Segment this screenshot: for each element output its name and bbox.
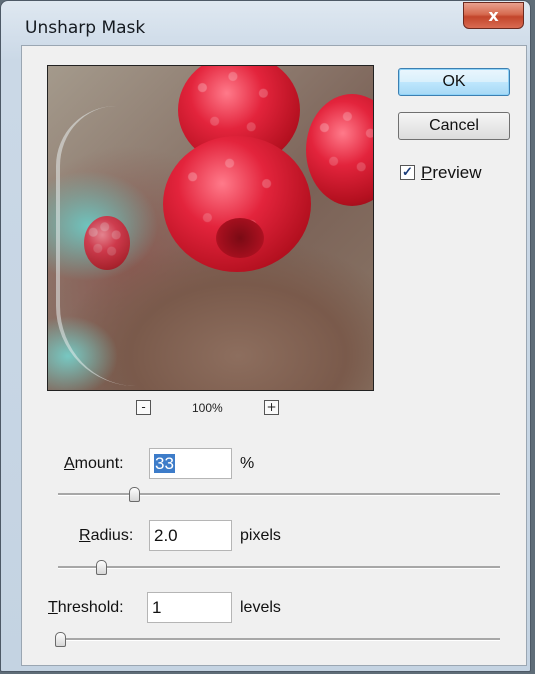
amount-slider-thumb[interactable] (129, 487, 140, 502)
raspberry-small (84, 216, 130, 270)
amount-label: Amount: (64, 455, 124, 472)
amount-input[interactable]: 33 (149, 448, 232, 479)
amount-slider-track[interactable] (58, 493, 500, 496)
ok-button[interactable]: OK (398, 68, 510, 96)
close-icon: x (488, 6, 499, 25)
zoom-level: 100% (192, 401, 223, 415)
title-bar[interactable]: Unsharp Mask x (1, 1, 530, 47)
zoom-controls: - 100% + (136, 398, 292, 420)
threshold-slider-track[interactable] (58, 638, 500, 641)
threshold-input[interactable]: 1 (147, 592, 232, 623)
preview-label[interactable]: Preview (421, 163, 481, 183)
raspberry-right (306, 94, 373, 206)
radius-slider-track[interactable] (58, 566, 500, 569)
raspberry-hollow (216, 218, 264, 258)
zoom-in-button[interactable]: + (264, 400, 279, 415)
threshold-label: Threshold: (48, 599, 124, 616)
checkmark-icon: ✓ (402, 164, 413, 179)
preview-checkbox[interactable]: ✓ (400, 165, 415, 180)
radius-label: Radius: (79, 527, 134, 544)
threshold-unit: levels (240, 599, 281, 616)
cancel-button[interactable]: Cancel (398, 112, 510, 140)
close-button[interactable]: x (463, 2, 524, 29)
dialog-title: Unsharp Mask (25, 18, 146, 38)
zoom-out-button[interactable]: - (136, 400, 151, 415)
minus-icon: - (141, 400, 146, 414)
amount-unit: % (240, 455, 255, 472)
threshold-slider-thumb[interactable] (55, 632, 66, 647)
preview-image[interactable] (47, 65, 374, 391)
plus-icon: + (266, 400, 277, 414)
radius-input[interactable]: 2.0 (149, 520, 232, 551)
radius-unit: pixels (240, 527, 281, 544)
radius-slider-thumb[interactable] (96, 560, 107, 575)
